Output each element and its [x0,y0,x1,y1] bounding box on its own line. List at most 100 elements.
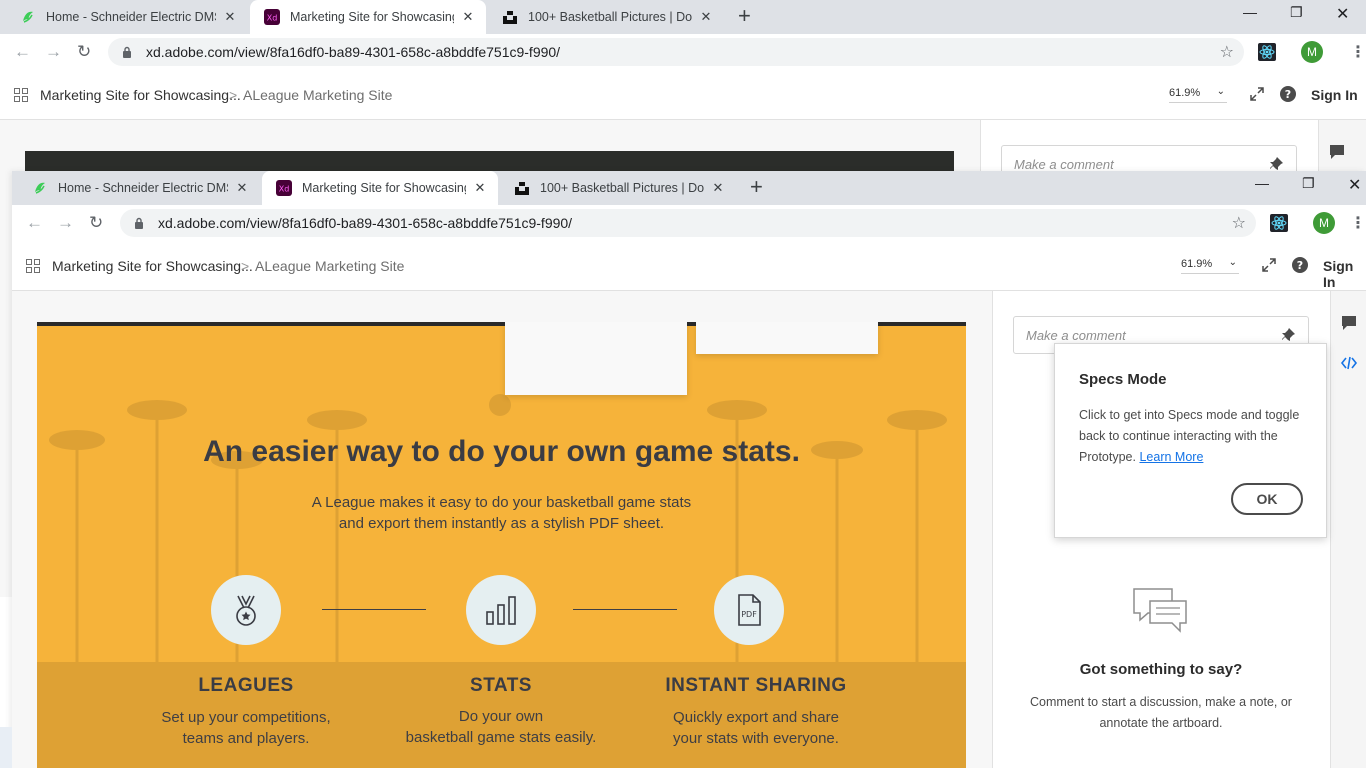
bookmark-star-icon[interactable]: ☆ [1220,42,1234,62]
comment-icon[interactable] [1325,140,1349,164]
pin-icon[interactable] [1280,327,1296,343]
palm-tree-background [37,394,966,768]
feature-desc-line: teams and players. [182,730,310,747]
back-icon[interactable]: ← [14,42,31,62]
profile-avatar[interactable]: M [1301,41,1323,63]
tab-basketball[interactable]: 100+ Basketball Pictures | Downlo ✕ [488,0,724,34]
artboard-card [505,322,687,395]
svg-text:Xd: Xd [267,14,278,23]
empty-state-description: Comment to start a discussion, make a no… [1030,695,1292,730]
zoom-dropdown[interactable]: 61.9% ⌄ [1181,257,1239,274]
tab-strip: Home - Schneider Electric DMS ✕ Xd Marke… [12,171,1366,205]
comment-placeholder: Make a comment [1014,157,1114,172]
medal-icon [211,575,281,645]
minimize-icon[interactable]: — [1243,4,1257,20]
forward-icon[interactable]: → [57,213,74,233]
close-tab-icon[interactable]: ✕ [234,180,250,196]
reload-icon[interactable]: ↻ [77,42,91,62]
feature-desc-line: basketball game stats easily. [405,729,597,746]
popover-body: Click to get into Specs mode and toggle … [1079,405,1309,468]
bar-chart-icon [466,575,536,645]
fullscreen-icon[interactable] [1260,256,1278,274]
breadcrumb-page: ALeague Marketing Site [243,87,393,103]
breadcrumb-separator: > [241,258,250,274]
feature-desc-line: your stats with everyone. [673,730,839,747]
lock-icon [122,46,134,58]
pdf-icon: PDF [714,575,784,645]
close-window-icon[interactable]: ✕ [1348,175,1361,195]
tab-title: Marketing Site for Showcasing the [290,10,454,24]
zoom-value: 61.9% [1169,87,1201,99]
reload-icon[interactable]: ↻ [89,213,103,233]
feature-title: STATS [470,675,532,696]
feature-desc-line: Do your own [458,708,544,725]
chat-bubbles-icon [1132,587,1190,633]
specs-mode-popover: Specs Mode Click to get into Specs mode … [1054,343,1327,538]
subtext-line: A League makes it easy to do your basket… [311,494,692,511]
canvas-area: An easier way to do your own game stats.… [12,291,992,768]
new-tab-icon[interactable]: + [738,3,751,29]
tab-schneider[interactable]: Home - Schneider Electric DMS ✕ [18,171,260,205]
learn-more-link[interactable]: Learn More [1139,450,1203,464]
sign-in-link[interactable]: Sign In [1311,87,1358,103]
address-bar[interactable]: xd.adobe.com/view/8fa16df0-ba89-4301-658… [108,38,1244,66]
artboard-subtext: A League makes it easy to do your basket… [37,492,966,534]
menu-kebab-icon[interactable]: ⋮ [1350,213,1366,233]
tab-title: 100+ Basketball Pictures | Downlo [528,10,692,24]
tab-title: Marketing Site for Showcasing the [302,181,466,195]
react-devtools-icon[interactable] [1258,43,1276,61]
forward-icon[interactable]: → [45,42,62,62]
comment-icon[interactable] [1337,311,1361,335]
adobe-xd-icon: Xd [264,9,280,25]
feature-desc-line: Set up your competitions, [161,709,331,726]
schneider-icon [32,180,48,196]
fullscreen-icon[interactable] [1248,85,1266,103]
breadcrumb-page: ALeague Marketing Site [255,258,405,274]
connector-line [573,609,677,610]
grid-view-icon[interactable] [14,88,28,102]
sign-in-link[interactable]: Sign In [1323,258,1366,290]
minimize-icon[interactable]: — [1255,175,1269,191]
breadcrumb-project[interactable]: Marketing Site for Showcasing... [40,87,241,103]
close-tab-icon[interactable]: ✕ [460,9,476,25]
chevron-down-icon: ⌄ [1228,257,1237,268]
url-text: xd.adobe.com/view/8fa16df0-ba89-4301-658… [146,44,561,60]
help-icon[interactable]: ? [1291,256,1309,274]
breadcrumb-project[interactable]: Marketing Site for Showcasing... [52,258,253,274]
restore-icon[interactable]: ❐ [1290,4,1303,21]
new-tab-icon[interactable]: + [750,174,763,200]
zoom-dropdown[interactable]: 61.9% ⌄ [1169,86,1227,103]
menu-kebab-icon[interactable]: ⋮ [1350,42,1366,62]
close-tab-icon[interactable]: ✕ [472,180,488,196]
pin-icon[interactable] [1268,156,1284,172]
ok-button[interactable]: OK [1231,483,1303,515]
close-tab-icon[interactable]: ✕ [222,9,238,25]
tab-schneider[interactable]: Home - Schneider Electric DMS ✕ [6,0,248,34]
unsplash-icon [514,180,530,196]
address-bar[interactable]: xd.adobe.com/view/8fa16df0-ba89-4301-658… [120,209,1256,237]
grid-view-icon[interactable] [26,259,40,273]
profile-avatar[interactable]: M [1313,212,1335,234]
artboard-card [696,322,878,354]
tab-strip: Home - Schneider Electric DMS ✕ Xd Marke… [0,0,1366,34]
tab-adobe-xd[interactable]: Xd Marketing Site for Showcasing the ✕ [262,171,498,205]
zoom-value: 61.9% [1181,258,1213,270]
react-devtools-icon[interactable] [1270,214,1288,232]
restore-icon[interactable]: ❐ [1302,175,1315,192]
subtext-line: and export them instantly as a stylish P… [338,515,665,532]
specs-code-icon[interactable] [1337,351,1361,375]
close-tab-icon[interactable]: ✕ [710,180,726,196]
tab-adobe-xd[interactable]: Xd Marketing Site for Showcasing the ✕ [250,0,486,34]
adobe-xd-icon: Xd [276,180,292,196]
close-tab-icon[interactable]: ✕ [698,9,714,25]
schneider-icon [20,9,36,25]
bookmark-star-icon[interactable]: ☆ [1232,213,1246,233]
url-text: xd.adobe.com/view/8fa16df0-ba89-4301-658… [158,215,573,231]
unsplash-icon [502,9,518,25]
close-window-icon[interactable]: ✕ [1336,4,1349,24]
feature-description: Quickly export and share your stats with… [626,707,886,749]
back-icon[interactable]: ← [26,213,43,233]
help-icon[interactable]: ? [1279,85,1297,103]
tab-basketball[interactable]: 100+ Basketball Pictures | Downlo ✕ [500,171,736,205]
artboard[interactable]: An easier way to do your own game stats.… [37,322,966,768]
